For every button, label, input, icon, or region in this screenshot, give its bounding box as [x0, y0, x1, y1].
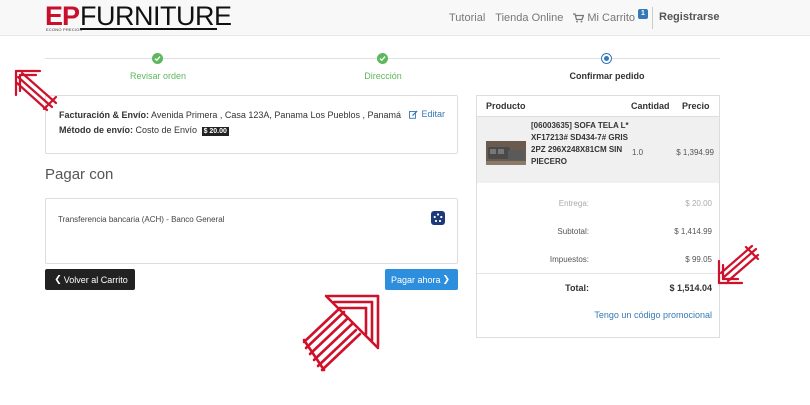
payment-method-label: Transferencia bancaria (ACH) - Banco Gen…	[58, 215, 225, 224]
shipping-method-value: Costo de Envío	[133, 125, 198, 135]
step-review-dot	[152, 53, 163, 64]
billing-row: Facturación & Envío: Avenida Primera , C…	[59, 110, 401, 120]
pay-now-label: Pagar ahora	[390, 274, 441, 285]
subtotal-value: $ 1,414.99	[674, 227, 712, 236]
nav-cart-link[interactable]: Mi Carrito 1	[573, 9, 648, 24]
logo-subtitle: ECONO PRECIOS	[46, 27, 83, 32]
billing-value: Avenida Primera , Casa 123A, Panama Los …	[149, 110, 401, 120]
delivery-label: Entrega:	[558, 199, 589, 208]
nav-divider	[652, 7, 653, 29]
back-to-cart-label: Volver al Carrito	[63, 274, 128, 285]
shipping-price-badge: $ 20.00	[201, 127, 229, 136]
check-icon	[379, 56, 386, 62]
pay-now-button[interactable]: Pagar ahora ❯	[385, 269, 458, 290]
logo-furniture-text: FURNITURE	[80, 1, 232, 31]
logo-underline	[80, 28, 217, 30]
payment-section-title: Pagar con	[45, 166, 114, 183]
annotation-arrow-icon	[14, 69, 58, 112]
step-address-label[interactable]: Dirección	[313, 71, 453, 81]
col-header-price: Precio	[682, 101, 710, 111]
tax-label: Impuestos:	[549, 255, 589, 264]
col-header-product: Producto	[486, 101, 526, 111]
back-to-cart-button[interactable]: ❮ Volver al Carrito	[45, 269, 135, 290]
delivery-value: $ 20.00	[685, 199, 712, 208]
nav-tutorial-link[interactable]: Tutorial	[449, 12, 485, 24]
order-summary-table: Producto Cantidad Precio [06003635] SOFA…	[476, 95, 720, 338]
shipping-method-row: Método de envío: Costo de Envío $ 20.00	[59, 125, 229, 136]
annotation-arrow-icon	[717, 244, 760, 285]
product-quantity: 1.0	[632, 148, 644, 157]
total-label: Total:	[565, 283, 589, 293]
step-address-dot	[377, 53, 388, 64]
chevron-left-icon: ❮	[54, 274, 62, 284]
cart-count-badge: 1	[638, 9, 648, 19]
annotation-arrow-icon	[302, 294, 380, 372]
payment-method-option[interactable]: Transferencia bancaria (ACH) - Banco Gen…	[45, 198, 458, 264]
col-header-quantity: Cantidad	[631, 101, 670, 111]
product-thumbnail[interactable]	[486, 141, 526, 165]
product-price: $ 1,394.99	[676, 148, 714, 157]
chevron-right-icon: ❯	[442, 274, 451, 284]
step-review-label[interactable]: Revisar orden	[88, 71, 228, 81]
bank-logo-icon	[431, 211, 445, 225]
billing-label: Facturación & Envío:	[59, 110, 150, 120]
table-row: [06003635] SOFA TELA L* XF17213# SD434-7…	[477, 117, 719, 183]
total-divider	[477, 273, 719, 274]
total-value: $ 1,514.04	[669, 283, 712, 293]
shopping-cart-icon	[573, 13, 585, 23]
edit-label: Editar	[421, 109, 445, 119]
edit-icon	[409, 109, 419, 119]
subtotal-label: Subtotal:	[557, 227, 589, 236]
check-icon	[154, 56, 161, 62]
nav-cart-label: Mi Carrito	[587, 12, 636, 24]
step-confirm-dot	[601, 53, 612, 64]
product-name: [06003635] SOFA TELA L* XF17213# SD434-7…	[531, 121, 629, 166]
nav-store-link[interactable]: Tienda Online	[495, 12, 563, 24]
promo-code-link[interactable]: Tengo un código promocional	[594, 310, 712, 320]
order-info-box: Facturación & Envío: Avenida Primera , C…	[45, 95, 458, 154]
ep-furniture-logo[interactable]: EP FURNITURE ECONO PRECIOS	[45, 1, 232, 33]
tax-value: $ 99.05	[685, 255, 712, 264]
edit-link[interactable]: Editar	[409, 109, 445, 119]
shipping-method-label: Método de envío:	[59, 125, 133, 135]
main-nav: Tutorial Tienda Online Mi Carrito 1	[449, 9, 648, 25]
register-link[interactable]: Registrarse	[659, 11, 720, 23]
step-confirm-label: Confirmar pedido	[569, 71, 645, 81]
